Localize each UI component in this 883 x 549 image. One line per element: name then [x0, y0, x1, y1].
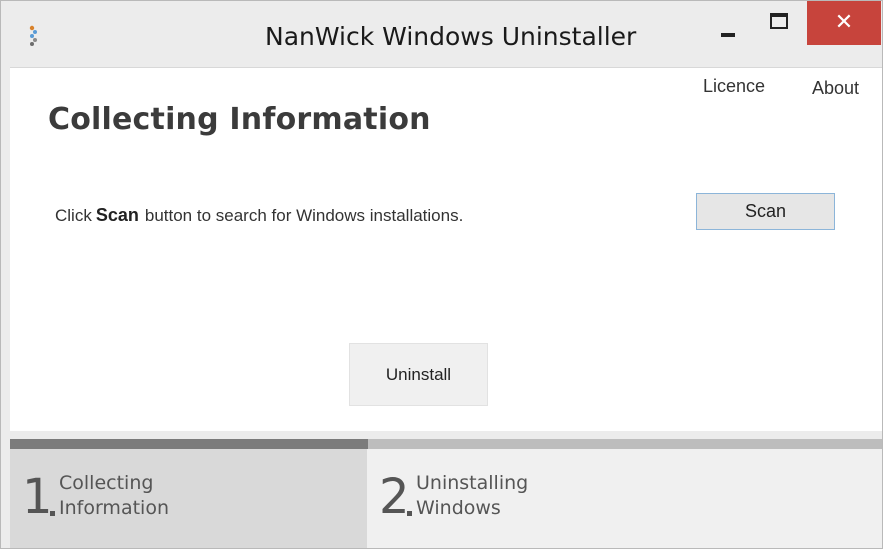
maximize-button[interactable]: [759, 1, 799, 45]
step-progress-fill: [10, 439, 368, 449]
title-bar[interactable]: NanWick Windows Uninstaller ✕: [1, 1, 882, 67]
step-number: 2: [379, 469, 410, 525]
instruction-scan-keyword: Scan: [95, 205, 139, 225]
step-uninstalling-windows: 2 Uninstalling Windows: [367, 449, 882, 548]
step-label-line2: Windows: [416, 497, 501, 519]
main-panel: Licence About Collecting Information Cli…: [10, 67, 882, 431]
scan-button[interactable]: Scan: [696, 193, 835, 230]
step-label: Collecting Information: [59, 471, 169, 521]
step-number-dot: [407, 511, 412, 516]
step-label-line2: Information: [59, 497, 169, 519]
step-progress-bar: [10, 439, 882, 449]
app-icon: [29, 25, 37, 46]
instruction-prefix: Click: [55, 206, 92, 225]
step-label-line1: Collecting: [59, 472, 154, 494]
step-number-dot: [50, 511, 55, 516]
window-title: NanWick Windows Uninstaller: [265, 22, 637, 51]
close-button[interactable]: ✕: [807, 1, 881, 45]
instruction-suffix: button to search for Windows installatio…: [144, 206, 464, 225]
scan-instruction: Click Scan button to search for Windows in…: [55, 205, 463, 226]
minimize-icon: [721, 33, 735, 37]
step-label-line1: Uninstalling: [416, 472, 529, 494]
page-title: Collecting Information: [48, 102, 431, 137]
maximize-icon: [770, 13, 788, 29]
step-collecting-information: 1 Collecting Information: [10, 449, 367, 548]
uninstall-button[interactable]: Uninstall: [349, 343, 488, 406]
licence-link[interactable]: Licence: [703, 76, 765, 97]
step-label: Uninstalling Windows: [416, 471, 528, 521]
minimize-button[interactable]: [707, 1, 747, 45]
app-window: NanWick Windows Uninstaller ✕ Licence Ab…: [0, 0, 883, 549]
close-icon: ✕: [834, 10, 854, 35]
step-number: 1: [22, 469, 53, 525]
wizard-steps: 1 Collecting Information 2 Uninstalling …: [10, 449, 882, 548]
about-link[interactable]: About: [812, 78, 859, 99]
